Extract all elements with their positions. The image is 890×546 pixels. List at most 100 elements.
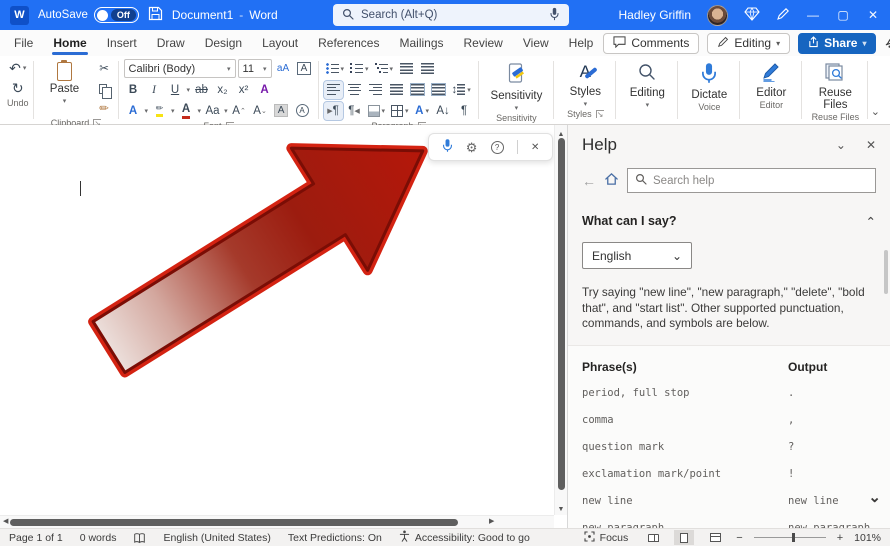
underline-button[interactable]: U <box>166 81 185 99</box>
borders-button[interactable]: ▾ <box>389 102 411 120</box>
help-pane-chevron-down-icon[interactable]: ⌄ <box>836 138 846 152</box>
catch-up-bell-icon[interactable] <box>884 34 890 52</box>
dictate-mic-icon[interactable] <box>442 138 453 156</box>
styles-dialog-launcher[interactable]: ↘ <box>596 110 604 118</box>
minimize-button[interactable]: — <box>806 8 820 22</box>
tab-draw[interactable]: Draw <box>147 31 195 55</box>
asian-layout-button[interactable]: A▾ <box>413 102 432 120</box>
zoom-slider-knob[interactable] <box>792 533 795 542</box>
dictate-button[interactable]: Dictate <box>683 59 735 101</box>
vertical-scroll-thumb[interactable] <box>558 138 565 490</box>
print-layout-button[interactable] <box>674 530 694 545</box>
zoom-in-button[interactable]: + <box>837 532 843 544</box>
distribute-evenly-button[interactable] <box>429 81 448 99</box>
accessibility-status[interactable]: Accessibility: Good to go <box>399 530 530 545</box>
strikethrough-button[interactable]: ab <box>192 81 211 99</box>
chevron-down-icon[interactable]: ▾ <box>198 107 202 115</box>
chevron-down-icon[interactable]: ▾ <box>145 107 149 115</box>
superscript-button[interactable]: x² <box>234 81 253 99</box>
premium-diamond-icon[interactable] <box>744 6 760 24</box>
increase-indent-button[interactable] <box>418 60 437 78</box>
font-size-combo[interactable]: 11▾ <box>238 59 272 78</box>
tab-layout[interactable]: Layout <box>252 31 308 55</box>
copy-button[interactable] <box>95 79 114 97</box>
vertical-scrollbar[interactable]: ▲ ▼ <box>554 125 567 515</box>
scroll-up-arrow[interactable]: ▲ <box>558 131 565 138</box>
zoom-out-button[interactable]: − <box>736 532 742 544</box>
read-mode-button[interactable] <box>643 530 663 545</box>
tab-references[interactable]: References <box>308 31 389 55</box>
sensitivity-button[interactable]: Sensitivity ▾ <box>484 59 550 112</box>
styles-button[interactable]: A Styles ▾ <box>559 59 611 108</box>
bullets-button[interactable]: ▾ <box>324 60 347 78</box>
search-input[interactable] <box>361 9 542 21</box>
help-search-box[interactable] <box>627 168 876 193</box>
help-home-icon[interactable] <box>604 172 619 189</box>
subscript-button[interactable]: x₂ <box>213 81 232 99</box>
save-icon[interactable] <box>148 6 163 24</box>
distribute-button[interactable] <box>408 81 427 99</box>
avatar[interactable] <box>707 5 728 26</box>
search-mic-icon[interactable] <box>549 7 560 24</box>
bold-button[interactable]: B <box>124 81 143 99</box>
close-button[interactable]: ✕ <box>866 8 880 22</box>
sort-button[interactable]: A↓ <box>434 102 453 120</box>
enclose-characters-button[interactable]: A <box>293 102 312 120</box>
chevron-down-icon[interactable]: ▾ <box>224 107 228 115</box>
help-pane-scroll-thumb[interactable] <box>884 250 888 294</box>
chevron-down-icon[interactable]: ▾ <box>171 107 175 115</box>
justify-button[interactable] <box>387 81 406 99</box>
focus-mode-button[interactable]: Focus <box>584 531 629 545</box>
restore-button[interactable]: ▢ <box>836 8 850 22</box>
help-pane-close-icon[interactable]: ✕ <box>866 138 876 152</box>
character-shading-button[interactable]: A <box>272 102 291 120</box>
horizontal-scroll-thumb[interactable] <box>10 519 458 526</box>
right-to-left-button[interactable]: ¶◀ <box>345 102 364 120</box>
share-button[interactable]: Share ▾ <box>798 33 876 54</box>
italic-button[interactable]: I <box>145 81 164 99</box>
word-app-icon[interactable]: W <box>10 6 29 25</box>
zoom-slider[interactable] <box>754 537 826 538</box>
shading-button[interactable]: ▾ <box>366 102 388 120</box>
reuse-files-button[interactable]: Reuse Files <box>807 59 863 111</box>
tab-view[interactable]: View <box>513 31 559 55</box>
font-name-combo[interactable]: Calibri (Body)▾ <box>124 59 236 78</box>
language-indicator[interactable]: English (United States) <box>163 532 270 544</box>
page-indicator[interactable]: Page 1 of 1 <box>9 532 63 544</box>
format-painter-button[interactable]: ✏ <box>95 99 114 117</box>
titlebar-search[interactable] <box>333 4 569 26</box>
tab-review[interactable]: Review <box>454 31 513 55</box>
draw-pen-icon[interactable] <box>776 7 790 24</box>
editing-mode-dropdown[interactable]: Editing ▾ <box>707 33 790 54</box>
scroll-right-arrow[interactable]: ▶ <box>489 516 494 528</box>
grow-font-button[interactable]: A⌃ <box>230 102 249 120</box>
web-layout-button[interactable] <box>705 530 725 545</box>
tab-home[interactable]: Home <box>43 31 96 55</box>
cut-button[interactable]: ✂ <box>95 59 114 77</box>
text-effects-button[interactable]: A <box>255 81 274 99</box>
text-predictions-indicator[interactable]: Text Predictions: On <box>288 532 382 544</box>
left-to-right-button[interactable]: ▶¶ <box>324 102 343 120</box>
tab-help[interactable]: Help <box>559 31 604 55</box>
text-effects-typography-button[interactable]: A <box>124 102 143 120</box>
redo-button[interactable]: ↻ <box>8 79 27 97</box>
horizontal-scrollbar[interactable]: ◀ ▶ <box>0 515 554 528</box>
user-name[interactable]: Hadley Griffin <box>619 8 691 22</box>
proofing-book-icon[interactable] <box>133 532 146 544</box>
change-case-button[interactable]: Aa <box>203 102 222 120</box>
word-count[interactable]: 0 words <box>80 532 117 544</box>
help-back-icon[interactable]: ← <box>582 173 596 189</box>
document-title[interactable]: Document1 - Word <box>172 8 278 22</box>
character-border-button[interactable]: A <box>295 60 314 78</box>
tab-insert[interactable]: Insert <box>97 31 147 55</box>
paste-button[interactable]: Paste ▾ <box>39 59 91 117</box>
clear-formatting-button[interactable]: aA <box>274 60 293 78</box>
scroll-down-arrow[interactable]: ▼ <box>555 504 567 515</box>
align-center-button[interactable] <box>345 81 364 99</box>
show-formatting-marks-button[interactable]: ¶ <box>455 102 474 120</box>
scroll-more-chevron-down-icon[interactable]: ⌄ <box>868 488 881 506</box>
numbering-button[interactable]: ▾ <box>348 60 371 78</box>
comments-button[interactable]: Comments <box>603 33 699 54</box>
align-right-button[interactable] <box>366 81 385 99</box>
help-search-input[interactable] <box>653 175 868 187</box>
